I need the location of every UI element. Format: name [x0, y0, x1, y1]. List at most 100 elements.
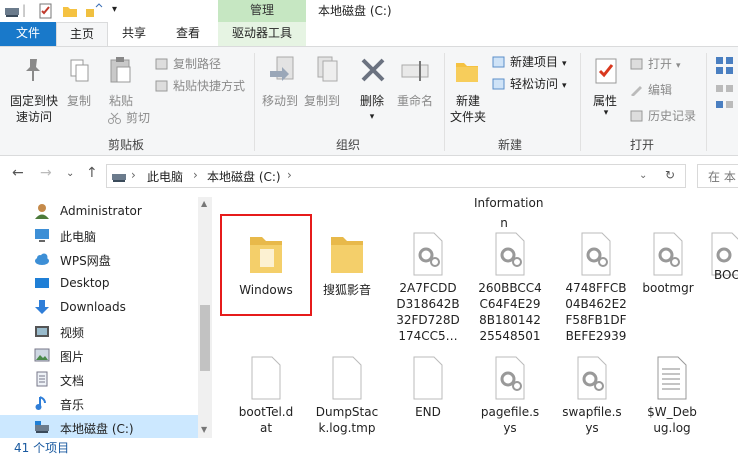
rename-icon — [401, 61, 429, 81]
file-item-partial[interactable]: BOO — [706, 231, 738, 282]
delete-dropdown-icon[interactable]: ▾ — [364, 109, 380, 125]
qa-dropdown-icon[interactable]: ▾ — [112, 4, 117, 20]
file-item-swapfile[interactable]: swapfile.s ys — [552, 355, 632, 436]
tab-drive-tools[interactable]: 驱动器工具 — [218, 22, 306, 46]
history-icon — [630, 110, 643, 122]
nav-item-desktop[interactable]: Desktop — [0, 271, 198, 295]
easy-access-icon — [492, 78, 505, 90]
file-item-sys-1[interactable]: 2A7FCDD D318642B 32FD728D 174CC5… — [388, 231, 468, 344]
nav-item-local-disk[interactable]: 本地磁盘 (C:) — [0, 415, 198, 439]
new-folder-icon[interactable] — [62, 3, 78, 19]
title-bar: | ▾ 管理 本地磁盘 (C:) — [0, 0, 738, 22]
scrollbar-thumb[interactable] — [200, 305, 210, 371]
history-button[interactable]: 历史记录 — [630, 107, 696, 125]
new-folder-icon — [456, 63, 478, 82]
move-to-button[interactable]: 移动到 — [260, 93, 300, 109]
new-item-icon — [492, 56, 505, 68]
music-icon — [35, 396, 46, 410]
nav-item-downloads[interactable]: Downloads — [0, 295, 198, 319]
nav-label: 文档 — [60, 374, 85, 388]
copy-icon — [70, 59, 89, 82]
scroll-down-icon[interactable]: ▼ — [201, 425, 207, 434]
file-icon — [251, 356, 281, 400]
video-icon — [35, 326, 49, 337]
refresh-icon[interactable]: ↻ — [665, 168, 675, 182]
forward-arrow-icon[interactable]: → — [40, 165, 52, 181]
easy-access-dropdown-icon: ▾ — [562, 81, 567, 91]
copy-to-button[interactable]: 复制到 — [302, 93, 342, 109]
paste-shortcut-label: 粘贴快捷方式 — [173, 79, 246, 93]
breadcrumb-chevron-icon[interactable]: › — [131, 168, 136, 182]
breadcrumb-chevron-icon[interactable]: › — [193, 168, 198, 182]
file-item-pagefile[interactable]: pagefile.s ys — [470, 355, 550, 436]
group-separator — [254, 53, 255, 151]
file-item-windows[interactable]: Windows — [226, 231, 306, 298]
address-bar[interactable]: › 此电脑 › 本地磁盘 (C:) › ⌄ ↻ — [106, 164, 686, 188]
file-item-boottel[interactable]: bootTel.d at — [226, 355, 306, 436]
nav-label: 图片 — [60, 350, 85, 364]
file-label: swapfile.s ys — [562, 405, 622, 435]
properties-dropdown-icon[interactable]: ▾ — [598, 105, 614, 121]
drive-icon — [35, 421, 49, 433]
file-label: 260BBCC4 C64F4E29 8B180142 25548501 — [478, 281, 542, 343]
group-label-open: 打开 — [630, 138, 655, 152]
file-item-debuglog[interactable]: $W_Deb ug.log — [632, 355, 712, 436]
open-icon — [630, 58, 643, 70]
nav-item-pictures[interactable]: 图片 — [0, 343, 198, 367]
rename-button[interactable]: 重命名 — [394, 93, 436, 109]
copy-path-button[interactable]: 复制路径 — [155, 55, 221, 73]
text-file-icon — [657, 356, 687, 400]
up-arrow-icon[interactable]: ↑ — [86, 165, 98, 181]
recent-locations-icon[interactable]: ⌄ — [66, 168, 74, 179]
nav-item-this-pc[interactable]: 此电脑 — [0, 223, 198, 247]
tab-file[interactable]: 文件 — [0, 22, 56, 46]
file-list: Information n Windows 搜狐影音 2A7FCDD D31864… — [212, 197, 738, 438]
manage-context-tab[interactable]: 管理 — [218, 0, 306, 22]
address-dropdown-icon[interactable]: ⌄ — [639, 170, 647, 181]
search-box[interactable]: 在 本 — [697, 164, 738, 188]
back-arrow-icon[interactable]: ← — [12, 165, 24, 181]
nav-label: 音乐 — [60, 398, 85, 412]
copy-to-icon — [317, 56, 338, 82]
tab-share[interactable]: 共享 — [108, 22, 160, 46]
file-label: bootmgr — [642, 281, 694, 295]
partial-file-label[interactable]: Information n — [474, 197, 543, 233]
scroll-up-icon[interactable]: ▲ — [201, 199, 207, 208]
file-item-sys-2[interactable]: 260BBCC4 C64F4E29 8B180142 25548501 — [470, 231, 550, 344]
nav-scrollbar[interactable]: ▲ ▼ — [198, 197, 212, 438]
new-item-button[interactable]: 新建项目 ▾ — [492, 53, 567, 71]
pin-quick-access-button[interactable]: 固定到快 速访问 — [6, 93, 62, 125]
nav-item-wps-cloud[interactable]: WPS网盘 — [0, 247, 198, 271]
nav-item-administrator[interactable]: Administrator — [0, 199, 198, 223]
file-item-sys-3[interactable]: 4748FFCB 04B462E2 F58FB1DF BEFE2939 — [556, 231, 636, 344]
file-label: bootTel.d at — [238, 405, 294, 435]
paste-button[interactable]: 粘贴 — [104, 93, 138, 109]
open-dropdown-icon: ▾ — [676, 61, 681, 71]
select-icons[interactable] — [714, 55, 738, 115]
nav-item-videos[interactable]: 视频 — [0, 319, 198, 343]
nav-item-music[interactable]: 音乐 — [0, 391, 198, 415]
file-label: 4748FFCB 04B462E2 F58FB1DF BEFE2939 — [565, 281, 627, 343]
nav-item-documents[interactable]: 文档 — [0, 367, 198, 391]
file-item-sohu[interactable]: 搜狐影音 — [307, 231, 387, 298]
file-item-dumpstack[interactable]: DumpStac k.log.tmp — [307, 355, 387, 436]
paste-shortcut-button[interactable]: 粘贴快捷方式 — [155, 77, 245, 95]
easy-access-button[interactable]: 轻松访问 ▾ — [492, 75, 567, 93]
breadcrumb-local-disk[interactable]: 本地磁盘 (C:) — [207, 168, 281, 185]
file-item-bootmgr[interactable]: bootmgr — [628, 231, 708, 296]
properties-icon[interactable] — [38, 3, 54, 19]
open-button[interactable]: 打开 ▾ — [630, 55, 681, 73]
breadcrumb-chevron-icon[interactable]: › — [287, 168, 292, 182]
properties-icon — [595, 58, 617, 84]
edit-button[interactable]: 编辑 — [630, 81, 672, 99]
cut-button[interactable]: 剪切 — [108, 109, 150, 127]
file-item-end[interactable]: END — [388, 355, 468, 420]
breadcrumb-this-pc[interactable]: 此电脑 — [147, 168, 183, 185]
new-folder-button[interactable]: 新建 文件夹 — [448, 93, 488, 125]
copy-button[interactable]: 复制 — [62, 93, 96, 109]
delete-button[interactable]: 删除 — [352, 93, 392, 109]
navigation-bar: ← → ⌄ ↑ › 此电脑 › 本地磁盘 (C:) › ⌄ ↻ 在 本 — [0, 157, 738, 197]
tab-view[interactable]: 查看 — [160, 22, 216, 46]
tab-home[interactable]: 主页 — [56, 22, 108, 47]
customize-qa-icon[interactable] — [84, 3, 106, 19]
